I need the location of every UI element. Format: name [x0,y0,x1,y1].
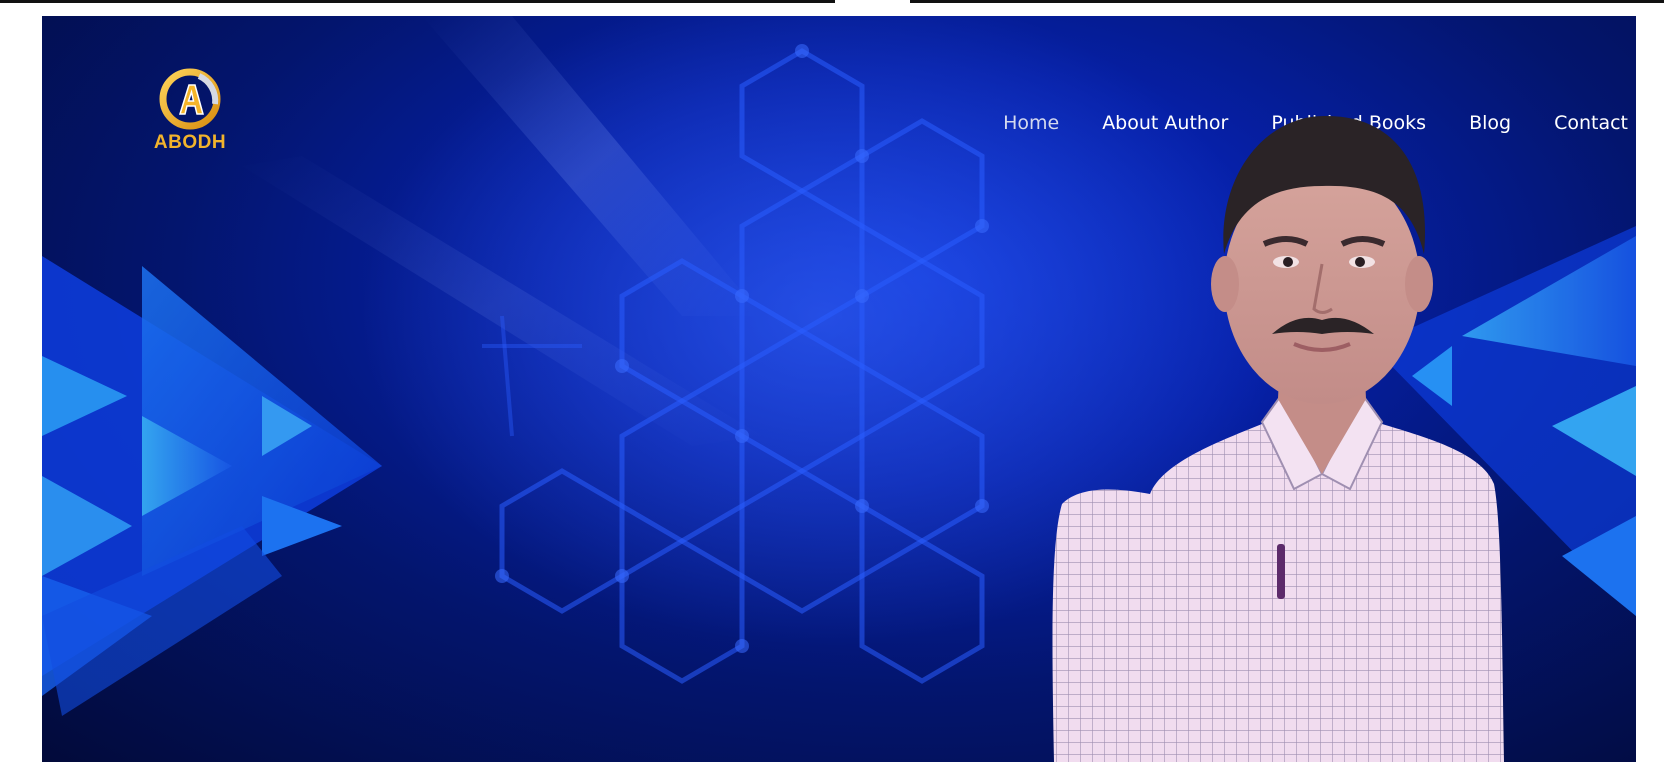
browser-top-strip [0,0,1664,16]
top-strip-bar-right [910,0,1664,3]
logo-wordmark: ABODH [153,132,227,153]
logo-emblem-icon [159,68,221,130]
author-portrait [1052,115,1504,762]
top-strip-bar-left [0,0,835,3]
site-logo[interactable]: ABODH [150,68,230,168]
hero-section: ABODH Home About Author Published Books … [42,16,1636,762]
